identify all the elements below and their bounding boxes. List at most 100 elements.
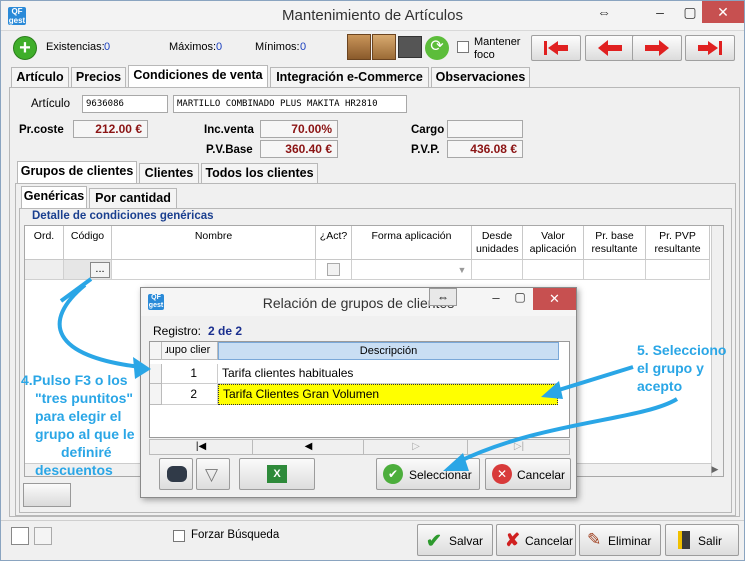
minimize-icon[interactable]: – <box>647 1 673 23</box>
incventa-value[interactable]: 70.00% <box>260 120 338 138</box>
dialog-next-icon[interactable]: ▷ <box>365 440 468 454</box>
binoculars-icon <box>167 466 187 482</box>
cell-ord[interactable] <box>25 260 64 280</box>
products-icon[interactable] <box>372 34 396 60</box>
groups-grid[interactable]: ɹupo clier Descripción 1 Tarifa clientes… <box>149 341 570 438</box>
dialog-last-icon[interactable]: ▷| <box>469 440 569 454</box>
filter-button[interactable]: ▽ <box>196 458 230 490</box>
last-arrow-icon <box>698 41 722 55</box>
col-ord[interactable]: Ord. <box>25 226 64 260</box>
existencias-label: Existencias: <box>46 41 105 53</box>
first-record-button[interactable] <box>531 35 581 61</box>
checkmark-icon: ✔ <box>426 531 442 552</box>
group-code-1[interactable]: 1 <box>162 364 218 384</box>
article-code-field[interactable]: 9636086 <box>82 95 168 113</box>
tab-grupos-de-clientes[interactable]: Grupos de clientes <box>17 161 137 183</box>
last-record-button[interactable] <box>685 35 735 61</box>
cell-nombre[interactable] <box>112 260 316 280</box>
binoculars-button[interactable] <box>159 458 193 490</box>
cell-pr-pvp[interactable] <box>646 260 710 280</box>
toolbar: + Existencias: 0 Máximos: 0 Mínimos: 0 ⟳… <box>1 32 744 64</box>
forzar-busqueda-checkbox[interactable] <box>173 530 185 542</box>
col-desde-unidades[interactable]: Desde unidades <box>472 226 523 260</box>
bottom-bar: Forzar Búsqueda ✔ Salvar ✘ Cancelar ✎ El… <box>1 520 744 560</box>
dialog-cancelar-button[interactable]: ✕ Cancelar <box>485 458 571 490</box>
tab-condiciones-de-venta[interactable]: Condiciones de venta <box>128 65 268 87</box>
tab-observaciones[interactable]: Observaciones <box>431 67 530 87</box>
tab-precios[interactable]: Precios <box>71 67 126 87</box>
cell-forma-aplicacion[interactable] <box>352 260 472 280</box>
annotation-step4-line2: "tres puntitos" <box>35 390 134 406</box>
restore-arrows-icon[interactable]: ⇔ <box>591 1 617 23</box>
cross-icon: ✘ <box>505 530 521 550</box>
annotation-step4-line4: grupo al que le <box>35 426 135 442</box>
annotation-step4: 4.Pulso F3 o los "tres puntitos" para el… <box>21 371 135 479</box>
group-desc-1[interactable]: Tarifa clientes habituales <box>218 364 558 384</box>
check-circle-icon: ✔ <box>383 464 403 484</box>
salvar-button[interactable]: ✔ Salvar <box>417 524 493 556</box>
registro-label: Registro: <box>153 324 202 338</box>
col-pr-pvp-resultante[interactable]: Pr. PVP resultante <box>646 226 710 260</box>
group-desc-2-selected[interactable]: Tarifa Clientes Gran Volumen <box>218 384 558 405</box>
cancelar-button[interactable]: ✘ Cancelar <box>496 524 576 556</box>
next-record-button[interactable] <box>632 35 682 61</box>
cancelar-label: Cancelar <box>525 534 574 548</box>
boxes-icon[interactable] <box>347 34 371 60</box>
tab-por-cantidad[interactable]: Por cantidad <box>89 188 177 208</box>
previous-record-button[interactable] <box>585 35 635 61</box>
cell-valor-aplicacion[interactable] <box>523 260 584 280</box>
col-activo[interactable]: ¿Act? <box>316 226 352 260</box>
col-grupo-cliente[interactable]: ɹupo clier <box>162 342 218 360</box>
dialog-prev-icon[interactable]: ◀ <box>254 440 364 454</box>
dialog-first-icon[interactable]: |◀ <box>150 440 253 454</box>
row-indicator-1[interactable] <box>150 364 162 384</box>
printer-icon[interactable] <box>398 36 422 58</box>
paste-icon[interactable] <box>34 527 52 545</box>
prcoste-value[interactable]: 212.00 € <box>73 120 148 138</box>
tab-articulo[interactable]: Artículo <box>11 67 69 87</box>
scroll-right-icon[interactable]: ▶ <box>709 463 721 476</box>
excel-export-button[interactable]: X <box>239 458 315 490</box>
col-codigo[interactable]: Código <box>64 226 112 260</box>
detail-nav-button[interactable] <box>23 483 71 507</box>
pvbase-value[interactable]: 360.40 € <box>260 140 338 158</box>
annotation-step4-line5: definiré <box>61 444 112 460</box>
group-code-2[interactable]: 2 <box>162 384 218 405</box>
eliminar-button[interactable]: ✎ Eliminar <box>579 524 661 556</box>
copy-icon[interactable] <box>11 527 29 545</box>
row-indicator-2[interactable] <box>150 384 162 405</box>
col-nombre[interactable]: Nombre <box>112 226 316 260</box>
dialog-maximize-icon[interactable]: ▢ <box>509 290 531 308</box>
annotation-step5-line1: 5. Selecciono <box>637 342 727 358</box>
col-descripcion[interactable]: Descripción <box>218 342 559 360</box>
cell-desde-unidades[interactable] <box>472 260 523 280</box>
activo-checkbox[interactable] <box>327 263 340 276</box>
cargo-value[interactable] <box>447 120 523 138</box>
mantener-foco-checkbox[interactable] <box>457 41 469 53</box>
add-icon[interactable]: + <box>13 36 37 60</box>
dialog-minimize-icon[interactable]: – <box>485 290 507 308</box>
close-icon[interactable]: ✕ <box>702 1 744 23</box>
seleccionar-button[interactable]: ✔ Seleccionar <box>376 458 480 490</box>
annotation-step5-line3: acepto <box>637 378 683 394</box>
salir-button[interactable]: Salir <box>665 524 739 556</box>
broom-icon: ✎ <box>587 530 602 549</box>
col-pr-base-resultante[interactable]: Pr. base resultante <box>584 226 646 260</box>
tab-integracion-ecommerce[interactable]: Integración e-Commerce <box>270 67 429 87</box>
cell-pr-base[interactable] <box>584 260 646 280</box>
tab-clientes[interactable]: Clientes <box>139 163 199 183</box>
pvp-value[interactable]: 436.08 € <box>447 140 523 158</box>
ellipsis-button[interactable]: ... <box>90 262 110 278</box>
tab-genericas[interactable]: Genéricas <box>21 186 87 208</box>
next-arrow-icon <box>645 40 669 56</box>
dialog-restore-arrows-icon[interactable]: ⇔ <box>429 288 457 306</box>
col-valor-aplicacion[interactable]: Valor aplicación <box>523 226 584 260</box>
tab-todos-los-clientes[interactable]: Todos los clientes <box>201 163 318 183</box>
maximize-icon[interactable]: ▢ <box>677 1 703 23</box>
dialog-close-icon[interactable]: ✕ <box>533 288 576 310</box>
dropdown-chevron-icon[interactable]: ▼ <box>455 263 469 277</box>
col-forma-aplicacion[interactable]: Forma aplicación <box>352 226 472 260</box>
article-description-field[interactable]: MARTILLO COMBINADO PLUS MAKITA HR2810 <box>173 95 407 113</box>
refresh-icon[interactable]: ⟳ <box>425 36 449 60</box>
annotation-step5: 5. Selecciono el grupo y acepto <box>637 341 726 395</box>
